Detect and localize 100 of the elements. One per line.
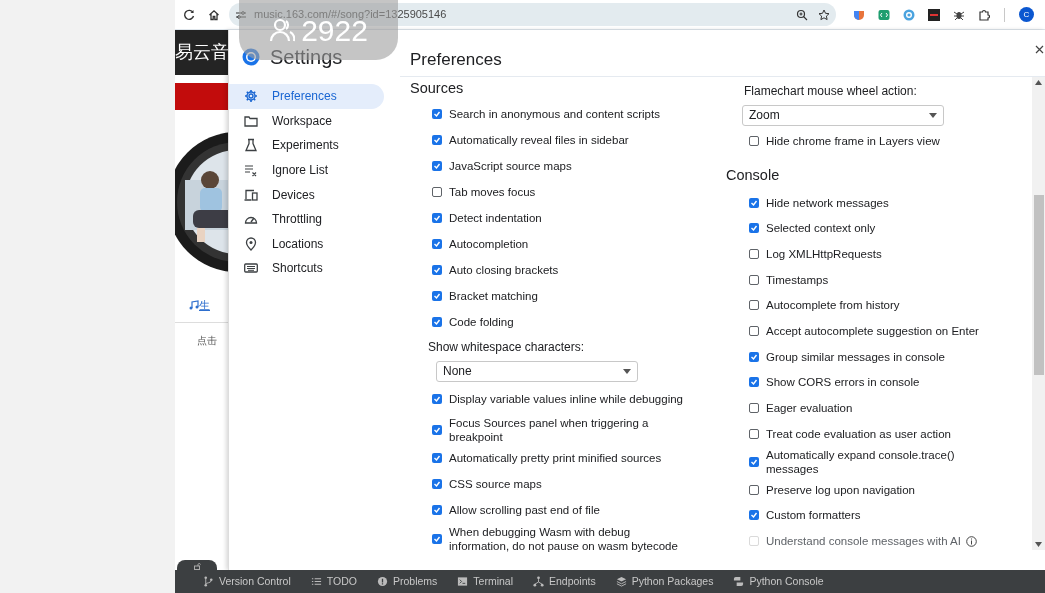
checkbox[interactable] — [749, 326, 759, 337]
scrollbar-thumb[interactable] — [1033, 195, 1044, 375]
checkbox[interactable] — [749, 197, 759, 208]
setting-label: When debugging Wasm with debug information, do not pause on wasm bytecode — [449, 524, 679, 553]
dropdown-arrow-icon — [623, 368, 631, 374]
sidebar-item[interactable]: Throttling — [229, 206, 384, 232]
tool-window-button[interactable]: Problems — [376, 573, 438, 590]
zoom-icon[interactable] — [796, 8, 808, 21]
checkbox[interactable] — [749, 249, 759, 259]
checkbox[interactable] — [432, 212, 442, 223]
checkbox[interactable] — [432, 108, 442, 119]
checkbox[interactable] — [432, 425, 442, 436]
checkbox[interactable] — [749, 300, 759, 311]
checkbox[interactable] — [432, 134, 442, 145]
close-icon[interactable] — [1035, 45, 1044, 54]
setting-label: Bracket matching — [449, 288, 538, 303]
checkbox[interactable] — [749, 484, 759, 495]
tune-icon[interactable] — [235, 8, 247, 21]
checkbox[interactable] — [749, 403, 759, 414]
setting-label: Selected context only — [766, 221, 876, 236]
checkbox[interactable] — [749, 377, 759, 388]
scroll-down-icon[interactable] — [1035, 542, 1042, 547]
setting-label: Show CORS errors in console — [766, 375, 920, 390]
dropdown[interactable]: None — [436, 360, 638, 382]
layers-icon — [615, 576, 627, 587]
location-pin-icon — [244, 236, 258, 251]
list-icon — [310, 576, 322, 587]
interlocked-squares-icon — [733, 576, 745, 587]
setting-label: Autocomplete from history — [766, 298, 900, 313]
setting-label: Automatically reveal files in sidebar — [449, 132, 629, 147]
setting-label: CSS source maps — [449, 477, 542, 492]
reload-icon[interactable] — [183, 8, 195, 21]
checkbox[interactable] — [432, 453, 442, 464]
lock-icon[interactable] — [193, 562, 201, 570]
checkbox[interactable] — [432, 533, 442, 544]
keyboard-icon — [244, 261, 258, 276]
panel-tab[interactable] — [177, 560, 217, 572]
checkbox[interactable] — [432, 160, 442, 171]
setting-label: Custom formatters — [766, 508, 861, 523]
setting-label: Auto closing brackets — [449, 262, 559, 277]
setting-label: Treat code evaluation as user action — [766, 426, 951, 441]
settings-title: Settings — [270, 45, 343, 70]
checkbox[interactable] — [749, 456, 759, 467]
alert-circle-icon — [376, 576, 388, 587]
site-banner — [175, 83, 228, 110]
tool-window-button[interactable]: Terminal — [457, 573, 513, 590]
sidebar-item[interactable]: Preferences — [229, 84, 384, 109]
checkbox[interactable] — [432, 290, 442, 301]
home-icon[interactable] — [208, 8, 220, 21]
tool-window-button[interactable]: TODO — [310, 573, 357, 590]
setting-label: Automatically pretty print minified sources — [449, 451, 662, 466]
content-title: Preferences — [410, 48, 502, 71]
checkbox[interactable] — [749, 135, 759, 146]
tool-window-button[interactable]: Endpoints — [533, 573, 596, 590]
setting-label: JavaScript source maps — [449, 158, 572, 173]
music-note-icon — [189, 300, 199, 310]
checkbox[interactable] — [432, 316, 442, 327]
sidebar-item[interactable]: Workspace — [229, 108, 384, 134]
checkbox[interactable] — [432, 394, 442, 405]
chrome-logo-icon — [242, 48, 260, 66]
sidebar-item[interactable]: Shortcuts — [229, 256, 384, 281]
sidebar-item[interactable]: Devices — [229, 182, 384, 207]
star-icon[interactable] — [818, 8, 830, 21]
checkbox[interactable] — [749, 351, 759, 362]
setting-label: Understand console messages with AI — [766, 534, 961, 549]
flask-icon — [244, 138, 258, 153]
extension-icon[interactable] — [928, 8, 940, 21]
dropdown-arrow-icon — [929, 112, 937, 118]
checkbox[interactable] — [749, 223, 759, 234]
setting-label: Group similar messages in console — [766, 349, 945, 364]
setting-label: Detect indentation — [449, 210, 542, 225]
checkbox[interactable] — [432, 264, 442, 275]
setting-label: Accept autocomplete suggestion on Enter — [766, 324, 979, 339]
dropdown[interactable]: Zoom — [742, 104, 944, 126]
tool-window-button[interactable]: Version Control — [203, 573, 291, 590]
checkbox[interactable] — [749, 274, 759, 285]
generate-link[interactable]: 生 — [199, 296, 210, 314]
setting-label: Code folding — [449, 314, 514, 329]
tool-window-button[interactable]: Python Packages — [615, 573, 714, 590]
sidebar-item[interactable]: Locations — [229, 231, 384, 257]
checkbox[interactable] — [432, 238, 442, 249]
setting-label: Tab moves focus — [449, 184, 536, 199]
sidebar-item[interactable]: Experiments — [229, 133, 384, 158]
checkbox[interactable] — [432, 505, 442, 516]
scrollbar[interactable] — [1032, 77, 1045, 550]
checkbox[interactable] — [749, 428, 759, 439]
checkbox[interactable] — [749, 510, 759, 521]
hint-text: 点击 — [197, 335, 217, 346]
profile-avatar[interactable]: C — [1019, 7, 1034, 22]
puzzle-icon[interactable] — [978, 8, 990, 21]
scroll-up-icon[interactable] — [1035, 80, 1042, 85]
checkbox[interactable] — [432, 479, 442, 490]
tool-window-button[interactable]: Python Console — [733, 573, 824, 590]
checkbox[interactable] — [432, 186, 442, 197]
section-heading: Sources — [410, 79, 464, 98]
sidebar-item[interactable]: Ignore List — [229, 157, 384, 183]
branch-icon — [203, 576, 214, 587]
setting-label: Display variable values inline while debugging — [449, 392, 683, 407]
setting-label: Autocompletion — [449, 236, 529, 251]
section-heading: Console — [726, 166, 780, 185]
